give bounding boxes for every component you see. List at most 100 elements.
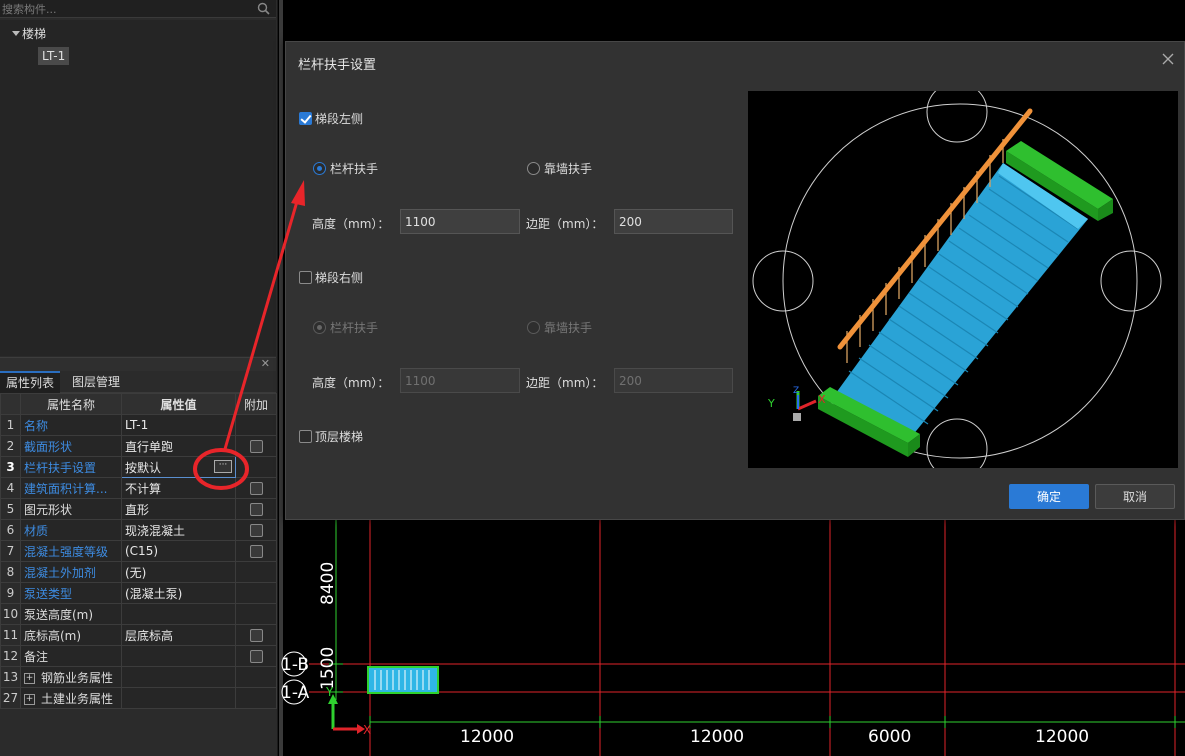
table-row[interactable]: 5 图元形状 直形 [0,498,277,520]
property-tabs: 属性列表 图层管理 [0,371,276,393]
dialog-title: 栏杆扶手设置 [298,58,377,73]
extra-checkbox[interactable] [249,440,263,453]
property-value[interactable]: 直行单跑 [121,435,236,457]
ucs-x-label: X [818,393,826,406]
property-value[interactable]: (C15) [121,540,236,562]
left-margin-input[interactable] [614,209,733,234]
extra-checkbox[interactable] [249,524,263,537]
property-name: 名称 [20,414,122,436]
expand-icon[interactable]: + [24,672,35,684]
table-row[interactable]: 9 泵送类型 (混凝土泵) [0,582,277,604]
property-value[interactable]: LT-1 [121,414,236,436]
ucs-x-label: X [363,723,371,737]
checkbox-checked[interactable] [299,112,312,125]
stair-3d-preview[interactable]: Y X Z [748,81,1178,480]
table-row[interactable]: 13 + 钢筋业务属性 [0,666,277,688]
search-icon[interactable] [257,2,270,15]
left-radio-railing[interactable]: 栏杆扶手 [313,160,378,177]
row-number: 13 [0,666,21,688]
table-row[interactable]: 12 备注 [0,645,277,667]
close-icon[interactable]: ✕ [261,357,270,370]
property-name: 底标高(m) [20,624,122,646]
table-row[interactable]: 27 + 土建业务属性 [0,687,277,709]
checkbox-unchecked[interactable] [299,430,312,443]
left-margin-label: 边距（mm）： [526,217,604,231]
checkbox-label: 梯段右侧 [315,271,364,285]
row-number: 5 [0,498,21,520]
ucs-icon: Y X [325,685,371,737]
property-value-editing[interactable]: 按默认 ··· [121,456,236,478]
property-value [121,666,236,688]
property-group-name[interactable]: + 土建业务属性 [20,687,122,709]
search-input[interactable] [2,1,252,17]
dim-bottom-4: 12000 [1035,727,1089,747]
table-row[interactable]: 8 混凝土外加剂 (无) [0,561,277,583]
property-value[interactable] [121,645,236,667]
property-name: 备注 [20,645,122,667]
ellipsis-button[interactable]: ··· [214,460,232,473]
table-row[interactable]: 6 材质 现浇混凝土 [0,519,277,541]
tab-properties[interactable]: 属性列表 [0,371,61,393]
property-group-name[interactable]: + 钢筋业务属性 [20,666,122,688]
tab-layers[interactable]: 图层管理 [66,371,126,393]
extra-cell [235,687,277,709]
radio-selected[interactable] [313,162,326,175]
extra-cell [235,498,277,520]
extra-checkbox[interactable] [249,650,263,663]
property-value[interactable]: (混凝土泵) [121,582,236,604]
dim-vertical-8400: 8400 [318,562,338,605]
extra-checkbox[interactable] [249,482,263,495]
axis-label-b: 1-B [281,655,309,675]
table-row[interactable]: 2 截面形状 直行单跑 [0,435,277,457]
radio-label: 栏杆扶手 [330,321,379,335]
table-row[interactable]: 1 名称 LT-1 [0,414,277,436]
cancel-button[interactable]: 取消 [1095,484,1175,509]
stair-plan-element[interactable] [367,666,439,694]
property-value[interactable]: 层底标高 [121,624,236,646]
extra-cell [235,456,277,478]
extra-checkbox[interactable] [249,503,263,516]
property-value[interactable] [121,603,236,625]
table-row[interactable]: 3 栏杆扶手设置 按默认 ··· [0,456,277,478]
table-row[interactable]: 7 混凝土强度等级 (C15) [0,540,277,562]
right-side-checkbox[interactable]: 梯段右侧 [299,269,363,286]
row-number: 12 [0,645,21,667]
property-value[interactable]: 不计算 [121,477,236,499]
property-value[interactable]: 直形 [121,498,236,520]
close-icon[interactable] [1160,51,1176,67]
tree-node-stairs[interactable]: 楼梯 [22,25,46,42]
radio-disabled [313,321,326,334]
table-row[interactable]: 10 泵送高度(m) [0,603,277,625]
property-name: 混凝土强度等级 [20,540,122,562]
property-name: 泵送类型 [20,582,122,604]
extra-checkbox[interactable] [249,545,263,558]
tree-node-lt1[interactable]: LT-1 [38,47,70,65]
row-number: 9 [0,582,21,604]
row-number: 4 [0,477,21,499]
ok-button[interactable]: 确定 [1009,484,1089,509]
right-margin-input [614,368,733,393]
radio-label: 靠墙扶手 [544,162,593,176]
row-number: 8 [0,561,21,583]
checkbox-unchecked[interactable] [299,271,312,284]
expand-icon[interactable]: + [24,693,35,705]
left-side-checkbox[interactable]: 梯段左侧 [299,110,363,127]
table-row[interactable]: 11 底标高(m) 层底标高 [0,624,277,646]
extra-cell [235,645,277,667]
radio-label: 靠墙扶手 [544,321,593,335]
tree-expand-icon[interactable] [12,31,20,36]
extra-cell [235,435,277,457]
left-height-input[interactable] [400,209,520,234]
extra-checkbox[interactable] [249,629,263,642]
radio-unselected[interactable] [527,162,540,175]
left-radio-wall[interactable]: 靠墙扶手 [527,160,592,177]
property-value[interactable]: 现浇混凝土 [121,519,236,541]
extra-cell [235,561,277,583]
table-row[interactable]: 4 建筑面积计算... 不计算 [0,477,277,499]
left-height-label: 高度（mm）： [312,217,390,231]
property-value[interactable]: (无) [121,561,236,583]
dimension-lines [329,520,1185,728]
extra-cell [235,666,277,688]
preview-ucs-icon: Y X Z [767,386,826,421]
top-floor-checkbox[interactable]: 顶层楼梯 [299,428,363,445]
